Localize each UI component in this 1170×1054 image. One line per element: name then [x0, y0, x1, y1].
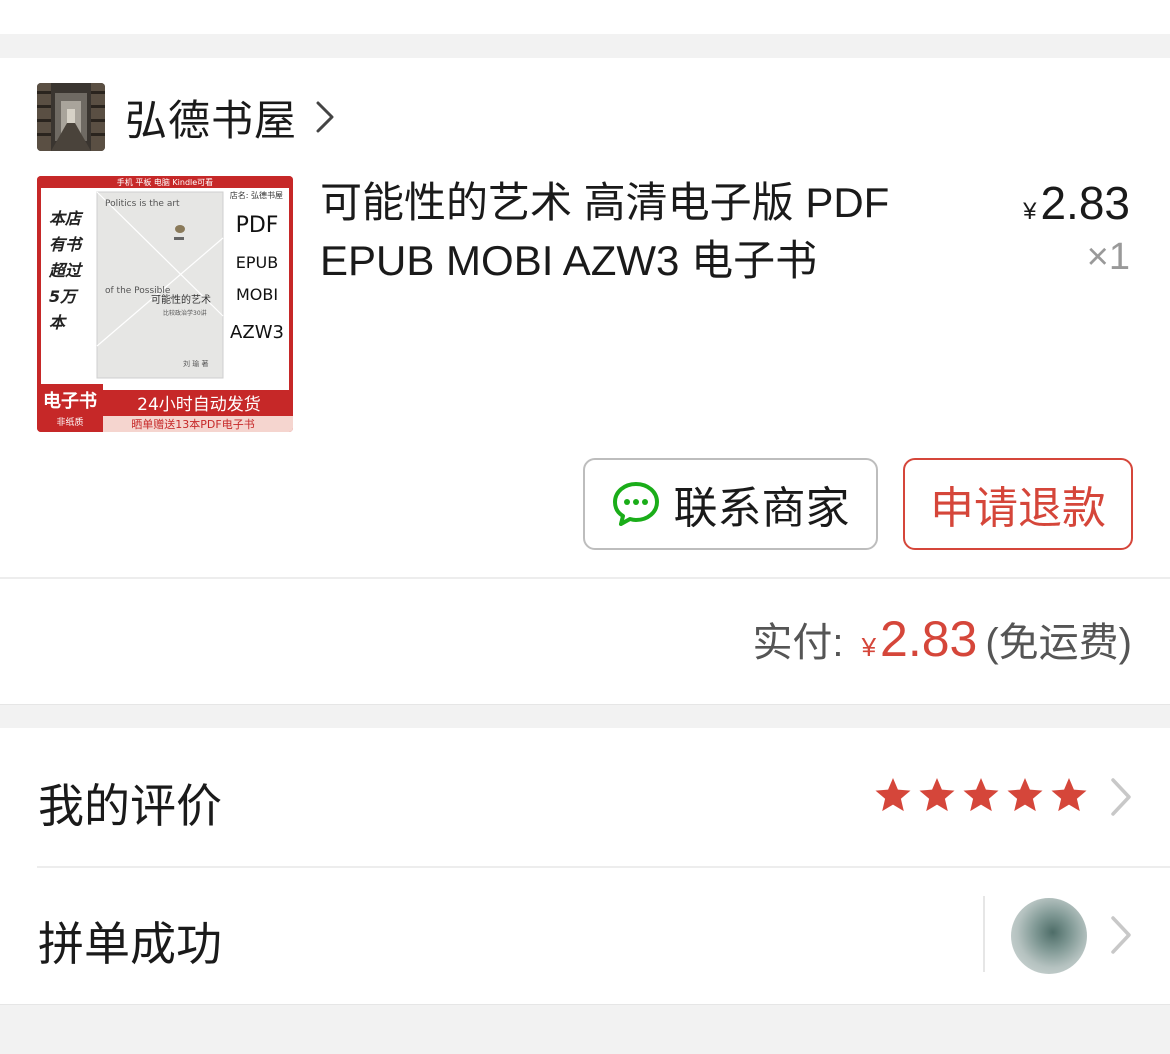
refund-label: 申请退款: [930, 484, 1106, 533]
group-label: 拼单成功: [38, 918, 222, 970]
chevron-right-icon: [1107, 914, 1135, 961]
section-gap: [0, 1004, 1170, 1054]
thumb-promo-line: 本: [49, 313, 67, 332]
contact-label: 联系商家: [673, 484, 850, 533]
thumb-delivery: 24小时自动发货: [137, 395, 261, 415]
star-icon: [919, 778, 955, 812]
thumb-badge: 电子书: [43, 390, 97, 412]
thumb-cn-title: 可能性的艺术: [151, 293, 211, 306]
divider: [983, 896, 985, 972]
thumb-bonus: 晒单赠送13本PDF电子书: [131, 417, 254, 431]
thumb-format: MOBI: [236, 285, 278, 304]
star-icon: [1007, 778, 1043, 812]
thumb-store-tag: 店名: 弘德书屋: [230, 190, 283, 200]
store-header[interactable]: 弘德书屋: [37, 83, 335, 151]
section-gap: [0, 34, 1170, 59]
member-avatar: [1011, 898, 1087, 974]
shipping-note: (免运费): [985, 621, 1132, 665]
star-icon: [963, 778, 999, 812]
star-icon: [875, 778, 911, 812]
thumb-en-top: Politics is the art: [105, 199, 180, 209]
thumb-promo-line: 有书: [49, 235, 84, 254]
thumb-promo-line: 5万: [49, 287, 79, 306]
currency-symbol: ¥: [861, 632, 877, 662]
thumb-format: AZW3: [230, 322, 284, 343]
star-icon: [1051, 778, 1087, 812]
rating-stars: [873, 775, 1089, 815]
order-extra-card: 我的评价 拼单成功: [0, 728, 1170, 1004]
thumb-format: PDF: [236, 213, 279, 238]
my-review-row[interactable]: 我的评价: [0, 728, 1170, 868]
product-thumbnail[interactable]: 手机 平板 电脑 Kindle可看 店名: 弘德书屋 Politics is t…: [37, 176, 293, 432]
chevron-right-icon: [1107, 776, 1135, 823]
currency-symbol: ¥: [1023, 198, 1037, 225]
top-area: [0, 0, 1170, 34]
store-avatar: [37, 83, 105, 151]
order-card: 弘德书屋 手机 平板 电脑 Kindle可看 店名: 弘德书屋 Politics…: [0, 58, 1170, 704]
thumb-badge-sub: 非纸质: [56, 416, 83, 428]
price-value: 2.83: [1040, 177, 1130, 229]
divider: [0, 577, 1170, 579]
wechat-chat-icon: [612, 481, 660, 527]
thumb-format: EPUB: [236, 253, 278, 272]
store-name: 弘德书屋: [125, 96, 298, 144]
thumb-author: 刘 瑜 著: [183, 359, 208, 368]
thumb-promo-line: 本店: [49, 209, 84, 228]
chevron-right-icon: [315, 100, 335, 134]
thumb-cn-subtitle: 比较政治学30讲: [163, 309, 207, 317]
thumb-promo-line: 超过: [48, 261, 83, 280]
section-gap: [0, 704, 1170, 729]
contact-merchant-button[interactable]: 联系商家: [583, 458, 878, 550]
paid-amount-row: 实付: ¥ 2.83 (免运费): [752, 610, 1132, 668]
refund-button[interactable]: 申请退款: [903, 458, 1133, 550]
paid-label: 实付:: [752, 621, 844, 665]
thumb-top-banner: 手机 平板 电脑 Kindle可看: [117, 177, 213, 187]
product-title[interactable]: 可能性的艺术 高清电子版 PDF EPUB MOBI AZW3 电子书: [320, 174, 950, 290]
review-label: 我的评价: [38, 780, 222, 832]
paid-amount: 2.83: [880, 611, 978, 667]
product-price: ¥2.83: [1023, 176, 1130, 230]
group-success-row[interactable]: 拼单成功: [0, 866, 1170, 1004]
product-quantity: ×1: [1086, 236, 1130, 278]
